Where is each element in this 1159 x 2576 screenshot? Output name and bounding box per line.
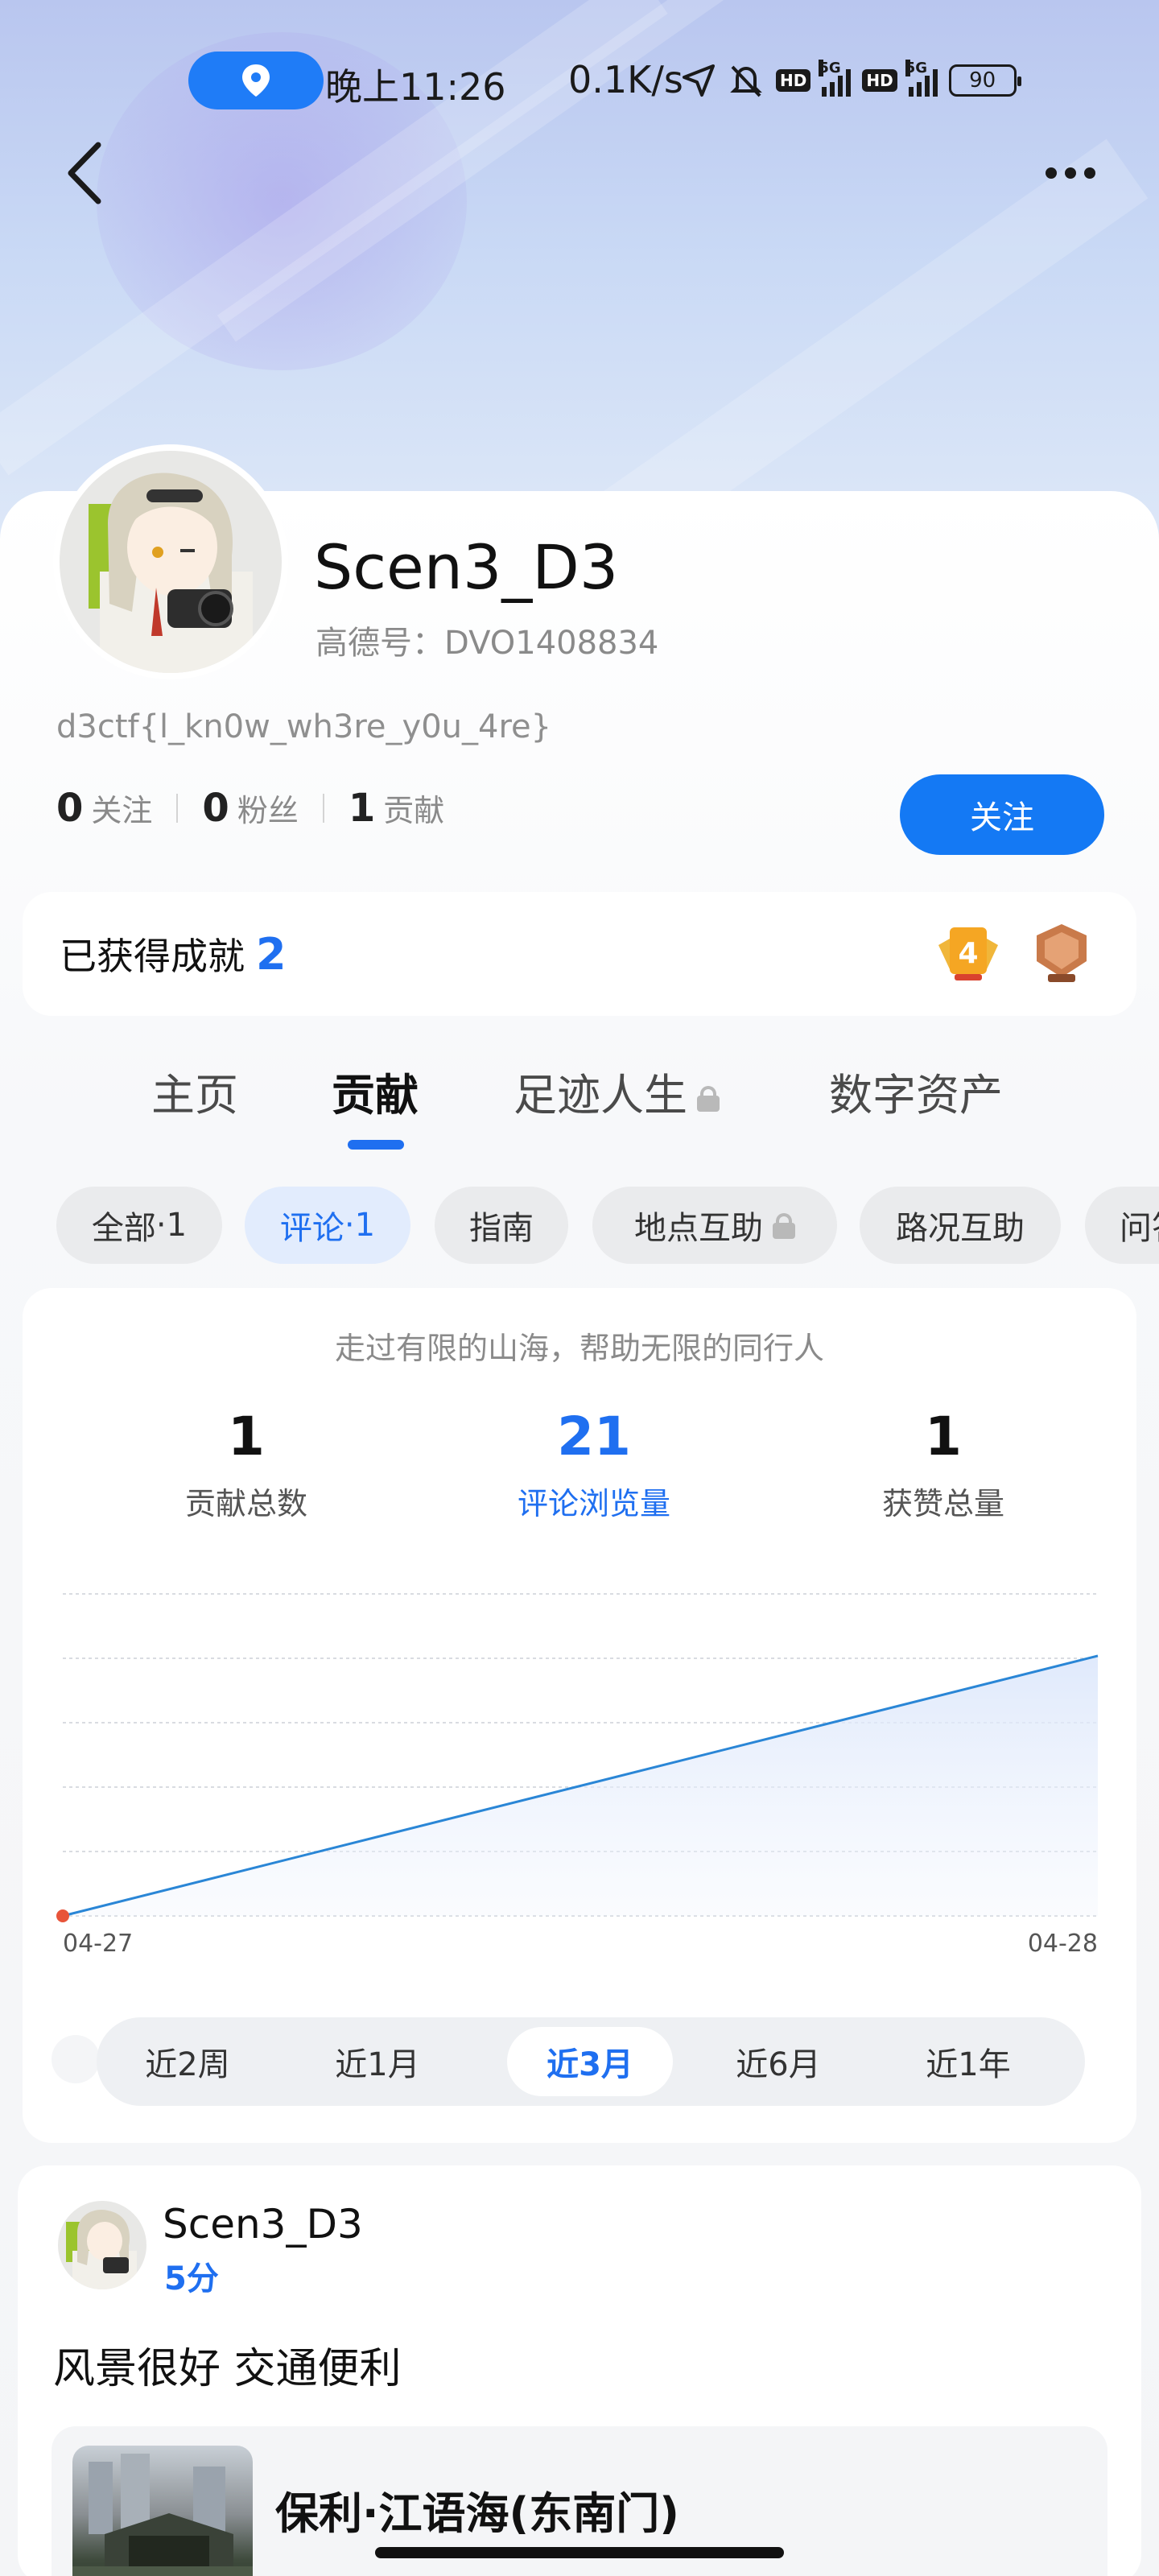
social-stats: 0 关注 0 粉丝 1 贡献 [56, 786, 444, 831]
tab-digital-assets[interactable]: 数字资产 [829, 1059, 1003, 1123]
review-avatar[interactable] [58, 2201, 146, 2289]
chart-x-axis: 04-27 04-28 [63, 1930, 1098, 1958]
lock-icon [697, 1086, 720, 1113]
chart-x-tick-label: 04-27 [63, 1930, 133, 1958]
signal-strength-icon: 5G [819, 60, 852, 97]
views-chart: 04-27 04-28 [56, 1593, 1099, 1958]
bronze-medal-icon [1037, 924, 1087, 982]
navigation-arrow-icon [683, 64, 715, 97]
tab-home[interactable]: 主页 [151, 1059, 238, 1123]
following-stat[interactable]: 0 关注 [56, 786, 152, 831]
hd-icon: HD [776, 69, 811, 92]
avatar[interactable] [53, 444, 288, 679]
achievements-count: 2 [256, 929, 287, 980]
contribution-stats-card: 走过有限的山海，帮助无限的同行人 1 贡献总数 21 评论浏览量 1 获赞总量 … [23, 1288, 1136, 2143]
svg-text:4: 4 [958, 937, 978, 970]
status-bar: 晚上11:26 0.1K/s HD 5G HD 5G 90 [0, 48, 1159, 113]
review-username: Scen3_D3 [163, 2201, 363, 2248]
chip-guides[interactable]: 指南 [435, 1187, 568, 1264]
home-indicator[interactable] [375, 2547, 784, 2558]
gaode-id: 高德号：DVO1408834 [316, 625, 659, 662]
contributions-stat[interactable]: 1 贡献 [349, 786, 444, 831]
gold-medal-icon: 4 [938, 927, 998, 980]
location-indicator[interactable] [188, 52, 324, 109]
range-3-months[interactable]: 近3月 [507, 2027, 673, 2096]
achievements-card[interactable]: 已获得成就 2 4 [23, 892, 1136, 1016]
more-dot-icon [1065, 167, 1076, 179]
filter-chips: 全部·1 评论·1 指南 地点互助 路况互助 问答 [56, 1187, 1159, 1264]
chart-start-point [56, 1909, 69, 1922]
more-dot-icon [1084, 167, 1095, 179]
poi-photo [72, 2454, 253, 2576]
bio: d3ctf{l_kn0w_wh3re_y0u_4re} [56, 708, 552, 745]
more-dot-icon [1046, 167, 1057, 179]
location-pin-icon [242, 64, 270, 97]
profile-tabs: 主页 贡献 足迹人生 数字资产 [0, 1059, 1159, 1156]
poi-name: 保利·江语海(东南门) [275, 2488, 679, 2539]
avatar-illustration [66, 2210, 137, 2289]
achievements-label: 已获得成就 2 [60, 929, 287, 980]
tab-footprint[interactable]: 足迹人生 [514, 1059, 720, 1123]
avatar-illustration [89, 473, 253, 673]
tab-contributions[interactable]: 贡献 [332, 1059, 419, 1123]
review-score: 5分 [164, 2260, 219, 2297]
chevron-left-icon [68, 142, 101, 204]
active-tab-indicator [348, 1140, 404, 1150]
divider [176, 794, 179, 823]
range-6-months[interactable]: 近6月 [695, 2027, 861, 2096]
review-text: 风景很好 交通便利 [53, 2345, 402, 2393]
more-options-button[interactable] [1038, 153, 1103, 193]
chip-qa[interactable]: 问答 [1085, 1187, 1159, 1264]
status-icons: HD 5G HD 5G 90 [681, 60, 1021, 101]
range-1-year[interactable]: 近1年 [885, 2027, 1051, 2096]
hd-icon-2: HD [862, 69, 897, 92]
followers-stat[interactable]: 0 粉丝 [202, 786, 298, 831]
review-card[interactable]: Scen3_D3 5分 风景很好 交通便利 保利·江语海(东南门) [18, 2165, 1141, 2576]
range-1-month[interactable]: 近1月 [295, 2027, 460, 2096]
username: Scen3_D3 [314, 531, 619, 603]
back-button[interactable] [61, 137, 109, 209]
divider [322, 794, 324, 823]
poi-thumbnail [72, 2446, 253, 2576]
bell-muted-icon [730, 65, 762, 97]
follow-button[interactable]: 关注 [900, 774, 1104, 855]
chart-x-tick-label: 04-28 [1028, 1930, 1098, 1958]
battery-icon: 90 [948, 64, 1021, 97]
network-speed: 0.1K/s [568, 58, 683, 101]
lock-icon [773, 1213, 795, 1239]
range-2-weeks[interactable]: 近2周 [105, 2027, 270, 2096]
range-left-edge [52, 2035, 100, 2083]
chip-comments[interactable]: 评论 ·1 [245, 1187, 410, 1264]
time-range-selector: 近2周 近1月 近3月 近6月 近1年 [97, 2017, 1085, 2106]
signal-strength-icon-2: 5G [905, 60, 938, 97]
status-time: 晚上11:26 [325, 65, 506, 109]
chip-traffic-help[interactable]: 路况互助 [860, 1187, 1061, 1264]
chip-place-help[interactable]: 地点互助 [592, 1187, 837, 1264]
chip-all[interactable]: 全部 ·1 [56, 1187, 222, 1264]
